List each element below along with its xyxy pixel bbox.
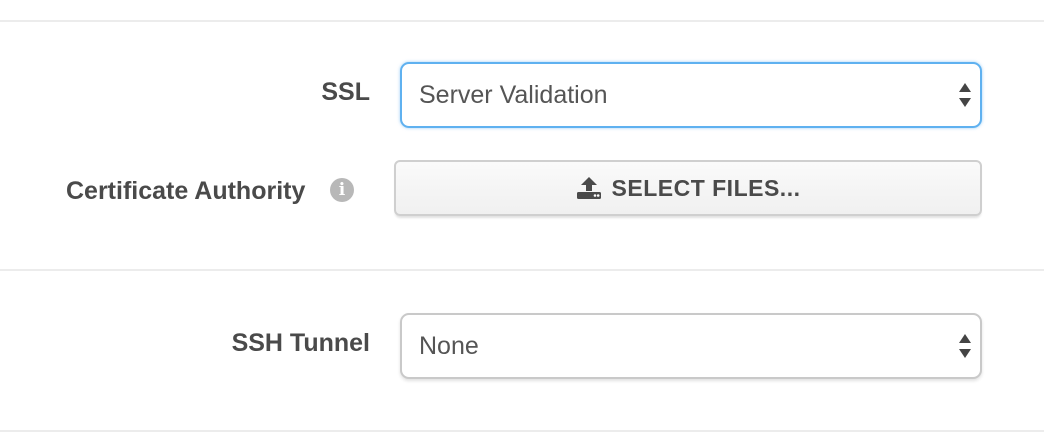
ssl-select-value: Server Validation xyxy=(419,80,608,109)
select-files-button[interactable]: SELECT FILES... xyxy=(394,160,982,216)
select-arrows-icon xyxy=(959,334,971,358)
select-files-label: SELECT FILES... xyxy=(611,174,801,201)
ssl-select[interactable]: Server Validation xyxy=(400,62,982,128)
middle-divider xyxy=(0,269,1044,271)
ssl-label: SSL xyxy=(321,78,370,106)
certificate-authority-label: Certificate Authority xyxy=(66,177,306,205)
top-divider xyxy=(0,20,1044,22)
ssh-tunnel-select[interactable]: None xyxy=(400,313,982,379)
ssh-tunnel-select-value: None xyxy=(419,331,479,360)
upload-icon xyxy=(576,177,601,199)
select-arrows-icon xyxy=(959,83,971,107)
info-circle-icon[interactable]: i xyxy=(330,178,354,202)
ssh-tunnel-label: SSH Tunnel xyxy=(231,329,370,357)
bottom-divider xyxy=(0,430,1044,432)
